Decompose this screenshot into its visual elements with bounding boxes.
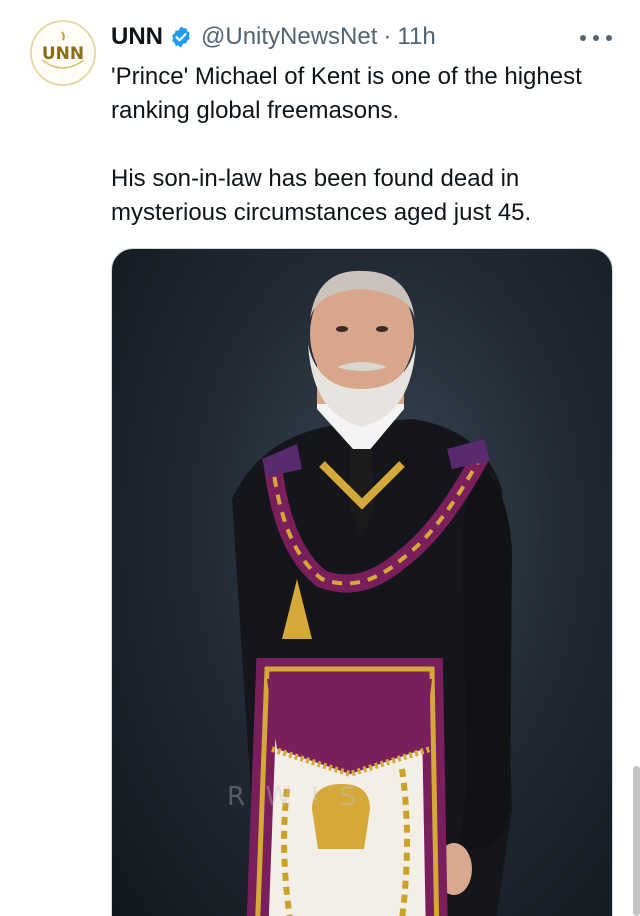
verified-badge-icon [172, 26, 190, 48]
image-watermark: R W I S [227, 782, 362, 812]
avatar-text: UNN [42, 44, 84, 64]
scrollbar[interactable] [633, 766, 640, 916]
tweet-paragraph: His son-in-law has been found dead in my… [111, 165, 532, 226]
photo-illustration [232, 270, 512, 916]
more-dot [580, 35, 586, 41]
user-handle[interactable]: @UnityNewsNet [201, 23, 377, 51]
avatar[interactable]: UNN [30, 20, 96, 86]
more-dot [593, 35, 599, 41]
more-dot [606, 35, 612, 41]
unn-logo-icon: UNN [34, 24, 92, 82]
more-options-icon[interactable] [580, 26, 612, 50]
tweet-paragraph: 'Prince' Michael of Kent is one of the h… [111, 63, 582, 124]
tweet-header: UNN @UnityNewsNet · 11h [111, 20, 436, 54]
display-name[interactable]: UNN [111, 23, 163, 51]
separator-dot: · [383, 23, 392, 50]
tweet-text: 'Prince' Michael of Kent is one of the h… [111, 60, 621, 230]
timestamp[interactable]: 11h [397, 23, 435, 51]
tweet-card[interactable]: UNN UNN @UnityNewsNet · 11h 'Prince' Mic… [0, 0, 640, 916]
tweet-image[interactable]: R W I S [111, 248, 613, 916]
